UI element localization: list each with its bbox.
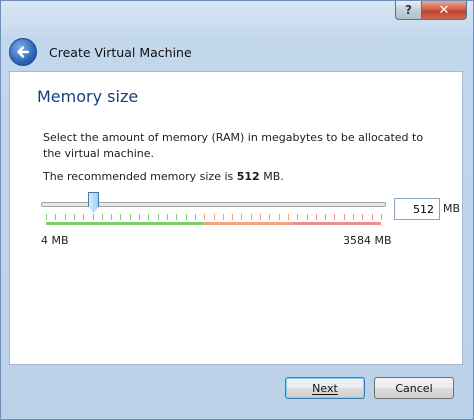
slider-tick: [334, 214, 336, 220]
back-button[interactable]: [9, 38, 37, 66]
slider-tick: [213, 214, 215, 220]
slider-tick: [222, 214, 224, 220]
close-icon: ✕: [438, 2, 450, 18]
slider-tick: [55, 214, 57, 220]
next-button[interactable]: Next: [285, 377, 365, 399]
slider-tick: [111, 214, 113, 220]
slider-tick: [176, 214, 178, 220]
slider-min-label: 4 MB: [41, 234, 69, 247]
recommend-value: 512: [236, 170, 260, 183]
slider-tick: [232, 214, 234, 220]
slider-range-safe: [46, 222, 204, 225]
recommended-size-text: The recommended memory size is 512 MB.: [43, 170, 284, 183]
slider-tick: [371, 214, 373, 220]
slider-range-warning: [203, 222, 293, 225]
slider-tick: [129, 214, 131, 220]
page-description: Select the amount of memory (RAM) in meg…: [43, 131, 424, 160]
slider-tick: [194, 214, 196, 220]
slider-tick: [83, 214, 85, 220]
cancel-button-label: Cancel: [395, 381, 433, 395]
slider-tick: [185, 214, 187, 220]
slider-tick: [139, 214, 141, 220]
page-title: Memory size: [37, 87, 139, 106]
slider-tick: [325, 214, 327, 220]
slider-tick: [92, 214, 94, 220]
slider-tick: [362, 214, 364, 220]
slider-thumb[interactable]: [88, 192, 100, 212]
cancel-button[interactable]: Cancel: [374, 377, 454, 399]
slider-range-danger: [292, 222, 381, 225]
slider-tick: [343, 214, 345, 220]
slider-tick: [297, 214, 299, 220]
close-button[interactable]: ✕: [422, 1, 467, 20]
slider-tick: [250, 214, 252, 220]
slider-tick: [148, 214, 150, 220]
slider-tick: [287, 214, 289, 220]
caption-buttons: ? ✕: [395, 1, 467, 20]
slider-tick: [353, 214, 355, 220]
memory-slider[interactable]: [41, 192, 386, 232]
back-arrow-icon: [17, 46, 30, 58]
slider-tick: [315, 214, 317, 220]
help-button[interactable]: ?: [395, 1, 422, 20]
slider-ticks: [41, 214, 386, 222]
slider-tick: [278, 214, 280, 220]
help-icon: ?: [405, 3, 412, 17]
slider-tick: [73, 214, 75, 220]
slider-tick: [269, 214, 271, 220]
slider-tick: [381, 214, 382, 220]
memory-size-input[interactable]: [394, 198, 440, 220]
slider-tick: [64, 214, 66, 220]
slider-tick: [120, 214, 122, 220]
slider-tick: [306, 214, 308, 220]
window-title: Create Virtual Machine: [49, 44, 192, 60]
wizard-header: Create Virtual Machine: [9, 37, 465, 67]
dialog-window: ? ✕ Create Virtual Machine Memory size S…: [0, 0, 474, 420]
recommend-suffix: MB.: [259, 170, 284, 183]
recommend-prefix: The recommended memory size is: [43, 170, 237, 183]
slider-tick: [101, 214, 103, 220]
slider-max-label: 3584 MB: [343, 234, 392, 247]
slider-tick: [241, 214, 243, 220]
slider-tick: [157, 214, 159, 220]
slider-tick: [204, 214, 206, 220]
slider-tick: [260, 214, 262, 220]
memory-unit-label: MB: [443, 202, 461, 215]
next-button-label: Next: [312, 381, 338, 395]
slider-tick: [46, 214, 47, 220]
wizard-page: Memory size Select the amount of memory …: [9, 71, 463, 365]
slider-tick: [166, 214, 168, 220]
